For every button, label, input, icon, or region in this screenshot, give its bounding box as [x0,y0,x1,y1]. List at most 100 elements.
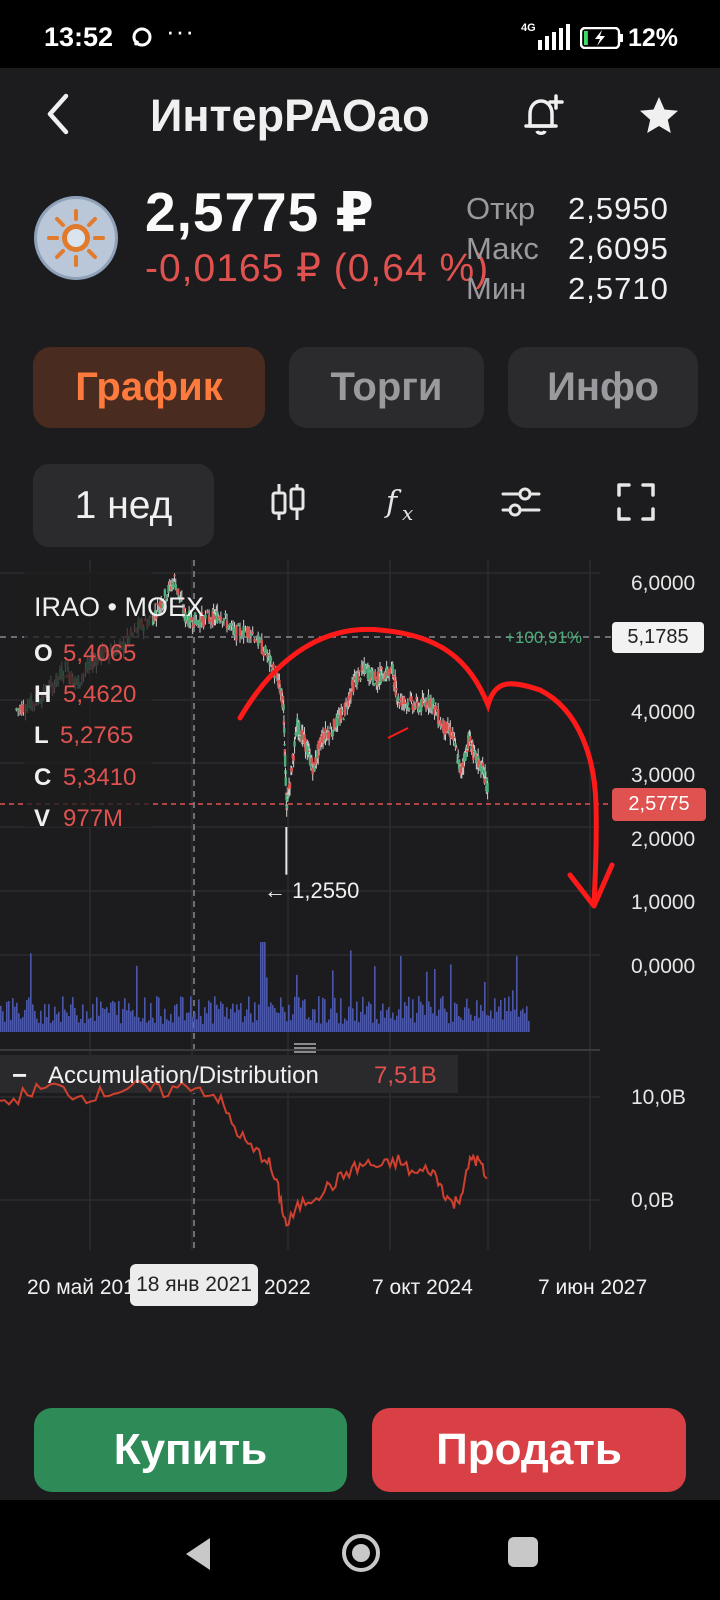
volume-bar [78,1022,80,1032]
tab-trades[interactable]: Торги [289,347,484,428]
indicator-tick-label: 10,0B [631,1086,686,1109]
volume-bar [422,1004,424,1032]
volume-bar [174,1005,176,1032]
volume-bar [220,1001,222,1032]
volume-bar [44,1004,46,1032]
nav-back-icon[interactable] [182,1536,214,1572]
volume-bar [362,996,364,1032]
candle-body [247,627,251,639]
volume-bar [460,1017,462,1032]
candle-body [359,678,362,681]
volume-bar [56,1014,58,1032]
volume-bar [104,1009,106,1032]
bell-plus-icon[interactable] [520,92,566,138]
battery-percent: 12% [628,24,679,52]
volume-bar [40,1010,42,1032]
volume-bar [152,1017,154,1032]
candle-body [395,687,398,691]
low-label: Мин [466,271,527,306]
volume-bar [252,1022,254,1032]
candle-body [269,657,273,662]
volume-bar [428,1001,430,1032]
candle-body [224,613,227,616]
volume-bar [250,1013,252,1032]
candle-body [297,722,301,735]
indicator-name[interactable]: Accumulation/Distribution [48,1062,319,1090]
chevron-left-icon[interactable] [40,92,76,136]
more-notifications-icon: ··· [166,16,195,46]
y-tick-label: 4,0000 [631,701,696,724]
volume-bar [312,1009,314,1032]
x-axis-label: 7 окт 2024 [372,1276,473,1299]
volume-bar [90,1017,92,1032]
tab-chart[interactable]: График [33,347,265,428]
volume-bar [396,1015,398,1032]
candle-body [293,741,296,747]
volume-bar [218,1009,220,1032]
volume-bar [404,1002,406,1032]
volume-bar [212,1023,214,1032]
volume-bar [360,1011,362,1032]
volume-bar [332,970,334,1032]
volume-bar [380,1010,382,1032]
volume-bar [286,1021,288,1032]
candle-body [331,730,334,736]
volume-bar [474,1015,476,1032]
volume-bar [206,1013,208,1032]
y-tick-label: 6,0000 [631,572,696,595]
volume-bar [214,996,216,1032]
x-axis-label: 2022 [264,1276,311,1299]
candle-body [464,752,467,761]
volume-bar [92,1004,94,1032]
candle-body [174,584,177,590]
legend-key-low: L [34,722,49,749]
volume-bar [116,1014,118,1032]
collapse-indicator-icon[interactable]: − [12,1060,27,1091]
candle-body [406,702,410,706]
legend-volume-value: 977M [63,805,124,832]
volume-bar [158,997,160,1032]
volume-bar [310,1020,312,1032]
volume-bar [276,1012,278,1032]
volume-bar [28,997,30,1032]
volume-bar [84,1023,86,1032]
volume-bar [14,1006,16,1032]
candle-body [341,710,344,712]
volume-bar [370,1003,372,1032]
sell-button[interactable]: Продать [372,1408,686,1492]
volume-bar [514,1009,516,1032]
nav-home-icon[interactable] [340,1532,382,1574]
low-value: 2,5710 [568,271,669,306]
volume-bar [126,1010,128,1032]
star-icon[interactable] [636,93,682,139]
volume-bar [54,1006,56,1032]
volume-bar [82,1004,84,1032]
volume-bar [200,1015,202,1032]
volume-bar [228,1018,230,1032]
volume-bar [204,1007,206,1032]
open-label: Откр [466,191,536,226]
min-price-marker: ← 1,2550 [264,878,360,903]
legend-key-volume: V [34,805,51,832]
volume-bar [182,997,184,1032]
volume-bar [300,1007,302,1032]
tab-info[interactable]: Инфо [508,347,698,428]
volume-bar [190,996,192,1032]
y-tick-label: 1,0000 [631,891,696,914]
volume-bar [392,1012,394,1032]
volume-bar [452,1021,454,1032]
volume-bar [258,1004,260,1032]
volume-bar [342,1023,344,1032]
volume-bar [64,1009,66,1032]
candle-body [281,696,285,700]
candle-body [288,782,292,789]
volume-bar [348,1006,350,1032]
buy-button[interactable]: Купить [34,1408,347,1492]
nav-recent-apps-icon[interactable] [508,1537,538,1567]
volume-bar [48,1004,50,1032]
candle-body [391,664,394,674]
candle-body [327,731,331,740]
volume-bar [458,1015,460,1032]
volume-bar [274,1008,276,1032]
volume-bar [426,971,428,1032]
